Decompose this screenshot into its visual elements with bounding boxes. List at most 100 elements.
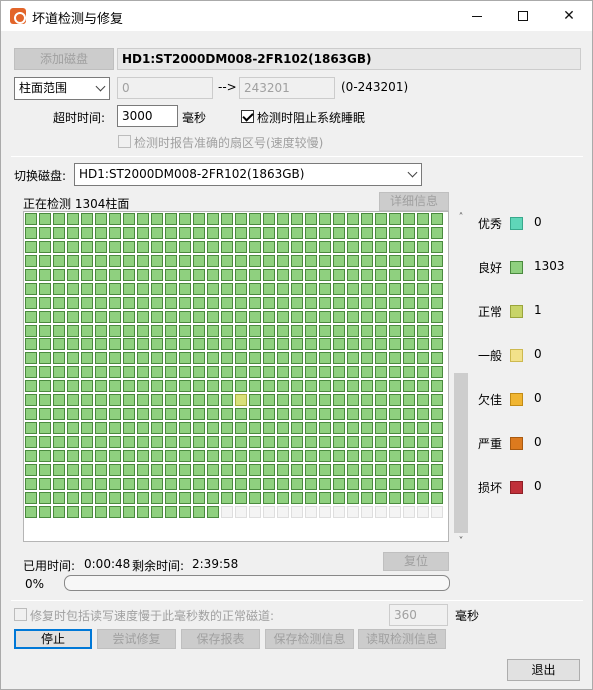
cylinder-cell: [123, 282, 135, 295]
cylinder-cell: [249, 380, 261, 393]
cylinder-cell: [179, 422, 191, 435]
reset-button[interactable]: 复位: [383, 552, 449, 571]
cylinder-cell: [333, 352, 345, 365]
cylinder-cell: [347, 477, 359, 490]
cylinder-cell: [249, 310, 261, 323]
cylinder-cell: [375, 491, 387, 504]
cylinder-cell: [305, 296, 317, 309]
slow-ms-unit: 毫秒: [455, 609, 480, 623]
cylinder-cell: [207, 352, 219, 365]
try-repair-button[interactable]: 尝试修复: [97, 629, 176, 649]
cylinder-cell: [249, 366, 261, 379]
cylinder-cell: [123, 463, 135, 476]
cylinder-cell: [25, 477, 37, 490]
cylinder-cell: [305, 463, 317, 476]
cylinder-cell: [431, 422, 443, 435]
cylinder-cell: [403, 213, 415, 225]
include-slow-checkbox[interactable]: [14, 608, 27, 621]
cylinder-cell: [123, 226, 135, 239]
slow-ms-field[interactable]: 360: [389, 604, 448, 626]
cylinder-cell: [39, 408, 51, 421]
cylinder-cell: [403, 408, 415, 421]
cylinder-cell: [431, 282, 443, 295]
exit-button[interactable]: 退出: [507, 659, 580, 681]
cylinder-cell: [137, 254, 149, 267]
cylinder-cell: [123, 408, 135, 421]
timeout-field[interactable]: 3000: [117, 105, 178, 127]
maximize-button[interactable]: [500, 1, 546, 31]
cylinder-cell: [193, 449, 205, 462]
cylinder-cell: [39, 338, 51, 351]
cylinder-cell: [165, 505, 177, 518]
cylinder-cell: [193, 268, 205, 281]
cylinder-cell: [95, 213, 107, 225]
switch-disk-select[interactable]: HD1:ST2000DM008-2FR102(1863GB): [74, 163, 422, 186]
cylinder-cell: [67, 352, 79, 365]
cylinder-cell: [193, 296, 205, 309]
cylinder-cell: [221, 226, 233, 239]
cylinder-cell: [207, 477, 219, 490]
save-check-info-button[interactable]: 保存检测信息: [265, 629, 354, 649]
close-button[interactable]: ✕: [546, 1, 592, 31]
cylinder-cell: [221, 213, 233, 225]
cylinder-cell: [137, 366, 149, 379]
range-start-field[interactable]: 0: [117, 77, 213, 99]
cylinder-cell: [403, 394, 415, 407]
grid-scrollbar[interactable]: ˄ ˅: [453, 211, 469, 549]
cylinder-cell: [53, 213, 65, 225]
cylinder-cell: [319, 505, 331, 518]
cylinder-cell: [39, 282, 51, 295]
report-sector-checkbox[interactable]: [118, 135, 131, 148]
range-end-field[interactable]: 243201: [239, 77, 335, 99]
cylinder-cell: [263, 254, 275, 267]
cylinder-cell: [361, 282, 373, 295]
cylinder-cell: [137, 408, 149, 421]
cylinder-cell: [123, 491, 135, 504]
stop-button[interactable]: 停止: [14, 629, 92, 649]
prevent-sleep-checkbox[interactable]: [241, 110, 254, 123]
cylinder-cell: [319, 491, 331, 504]
cylinder-cell: [319, 213, 331, 225]
save-report-button[interactable]: 保存报表: [181, 629, 260, 649]
cylinder-cell: [403, 449, 415, 462]
elapsed-value: 0:00:48: [84, 557, 131, 571]
cylinder-cell: [151, 380, 163, 393]
cylinder-cell: [389, 296, 401, 309]
range-mode-select[interactable]: 柱面范围: [14, 77, 110, 100]
range-mode-value: 柱面范围: [19, 81, 68, 95]
cylinder-cell: [67, 505, 79, 518]
cylinder-cell: [305, 380, 317, 393]
read-check-info-button[interactable]: 读取检测信息: [358, 629, 446, 649]
cylinder-cell: [39, 352, 51, 365]
legend-swatch: [510, 437, 523, 450]
cylinder-cell: [193, 477, 205, 490]
cylinder-cell: [151, 366, 163, 379]
add-disk-button[interactable]: 添加磁盘: [14, 48, 114, 70]
cylinder-cell: [221, 254, 233, 267]
cylinder-cell: [291, 310, 303, 323]
cylinder-cell: [417, 366, 429, 379]
cylinder-cell: [53, 436, 65, 448]
cylinder-cell: [221, 408, 233, 421]
cylinder-cell: [361, 310, 373, 323]
cylinder-cell: [67, 463, 79, 476]
cylinder-cell: [67, 477, 79, 490]
cylinder-cell: [193, 491, 205, 504]
scroll-up-icon[interactable]: ˄: [453, 211, 469, 225]
cylinder-cell: [333, 338, 345, 351]
cylinder-cell: [207, 491, 219, 504]
cylinder-cell: [347, 394, 359, 407]
cylinder-cell: [53, 477, 65, 490]
cylinder-cell: [221, 310, 233, 323]
details-button[interactable]: 详细信息: [379, 192, 449, 211]
cylinder-cell: [431, 268, 443, 281]
cylinder-cell: [39, 477, 51, 490]
cylinder-cell: [95, 422, 107, 435]
minimize-button[interactable]: [454, 1, 500, 31]
scroll-thumb[interactable]: [454, 373, 468, 533]
app-icon: [10, 8, 26, 24]
cylinder-cell: [137, 338, 149, 351]
scroll-down-icon[interactable]: ˅: [453, 535, 469, 549]
legend-swatch: [510, 261, 523, 274]
cylinder-cell: [221, 338, 233, 351]
